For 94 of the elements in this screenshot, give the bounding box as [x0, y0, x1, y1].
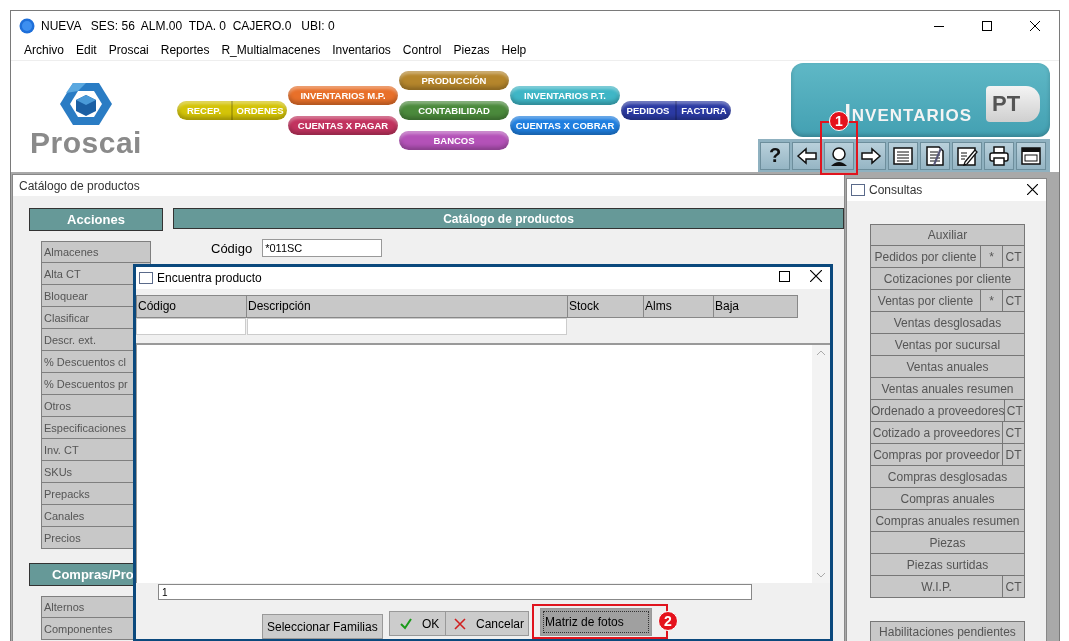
forward-button[interactable]	[856, 141, 886, 170]
query-button[interactable]: Ventas anuales resumen	[871, 378, 1024, 399]
logo-text: Proscai	[30, 126, 142, 159]
document-icon	[924, 144, 946, 167]
query-button[interactable]: Ventas por sucursal	[871, 334, 1024, 355]
module-button[interactable]: PRODUCCIÓN	[399, 71, 509, 90]
query-button[interactable]: Habilitaciones pendientes	[871, 622, 1024, 641]
query-button[interactable]: Auxiliar	[871, 225, 1024, 245]
query-button[interactable]: Cotizado a proveedores	[871, 422, 1002, 443]
chevron-up-icon	[816, 348, 826, 356]
module-button[interactable]: PEDIDOS FACTURA	[621, 101, 731, 120]
menu-item[interactable]: Help	[495, 43, 533, 57]
query-button[interactable]: Ventas anuales	[871, 356, 1024, 377]
query-option[interactable]: CT	[1002, 246, 1024, 267]
section-header: Catálogo de productos	[173, 208, 844, 229]
cancel-button[interactable]: Cancelar	[446, 611, 529, 636]
print-button[interactable]	[984, 141, 1014, 170]
scrollbar[interactable]	[812, 344, 830, 584]
dialog-button[interactable]: Matriz de fotos	[540, 608, 652, 636]
number-badge: 2	[658, 611, 678, 631]
window-icon	[1020, 144, 1042, 167]
close-icon	[810, 270, 822, 283]
query-option[interactable]: *	[980, 246, 1002, 267]
hexagon-logo-icon	[60, 80, 112, 127]
query-option[interactable]: CT	[1002, 576, 1024, 597]
list-icon	[892, 144, 914, 167]
chevron-down-icon	[816, 572, 826, 580]
action-button[interactable]: Almacenes	[41, 241, 151, 263]
module-button[interactable]: INVENTARIOS P.T.	[510, 86, 620, 105]
pencil-edit-icon	[956, 144, 978, 167]
menu-item[interactable]: Control	[396, 43, 448, 57]
menu-item[interactable]: Reportes	[154, 43, 216, 57]
query-button[interactable]: Ventas desglosadas	[871, 312, 1024, 333]
query-button[interactable]: Compras anuales	[871, 488, 1024, 509]
column-header[interactable]: Alms	[644, 294, 714, 318]
list-button[interactable]	[888, 141, 918, 170]
module-button[interactable]: INVENTARIOS M.P.	[288, 86, 398, 105]
panel-title: Consultas	[869, 183, 923, 197]
cross-icon	[454, 617, 466, 630]
ok-button[interactable]: OK	[389, 611, 446, 636]
edit-button[interactable]	[952, 141, 982, 170]
tag-label: PT	[986, 86, 1040, 122]
search-field[interactable]: 1	[158, 584, 752, 600]
module-button[interactable]: CUENTAS X PAGAR	[288, 116, 398, 135]
document-button[interactable]	[920, 141, 950, 170]
query-option[interactable]: DT	[1002, 444, 1024, 465]
code-field[interactable]: *011SC	[262, 239, 383, 257]
printer-icon	[988, 144, 1010, 167]
menu-item[interactable]: Edit	[70, 43, 103, 57]
query-button[interactable]: Compras anuales resumen	[871, 510, 1024, 531]
module-button[interactable]: CUENTAS X COBRAR	[510, 116, 620, 135]
section-header: Acciones	[29, 208, 163, 231]
close-button[interactable]	[1027, 182, 1038, 198]
field-label: Código	[211, 241, 253, 256]
check-icon	[400, 617, 412, 630]
close-icon	[1027, 183, 1038, 195]
query-button[interactable]: Piezas surtidas	[871, 554, 1024, 575]
query-button[interactable]: Piezas	[871, 532, 1024, 553]
dialog-title: Encuentra producto	[157, 270, 262, 285]
query-option[interactable]: CT	[1002, 422, 1024, 443]
query-option[interactable]: CT	[1004, 400, 1024, 421]
query-button[interactable]: Ordenado a proveedores	[871, 400, 1005, 421]
window-button[interactable]	[1016, 141, 1046, 170]
query-button[interactable]: W.I.P.	[871, 576, 1002, 597]
query-button[interactable]: Compras desglosadas	[871, 466, 1024, 487]
module-button[interactable]: CONTABILIDAD	[399, 101, 509, 120]
window-icon	[851, 184, 865, 196]
dialog-button[interactable]: Seleccionar Familias	[262, 614, 383, 639]
query-option[interactable]: CT	[1002, 290, 1024, 311]
person-button[interactable]	[824, 141, 854, 170]
back-button[interactable]	[792, 141, 822, 170]
menu-item[interactable]: Archivo	[18, 43, 70, 57]
column-header[interactable]: Stock	[568, 294, 644, 318]
help-button[interactable]: ?	[760, 141, 790, 170]
query-button[interactable]: Ventas por cliente	[871, 290, 980, 311]
module-button[interactable]: BANCOS	[399, 131, 509, 150]
menu-item[interactable]: Piezas	[447, 43, 496, 57]
column-header[interactable]: Código	[136, 294, 247, 318]
query-button[interactable]: Pedidos por cliente	[871, 246, 980, 267]
menu-item[interactable]: R_Multialmacenes	[215, 43, 327, 57]
maximize-icon	[982, 20, 992, 31]
close-icon	[1030, 20, 1040, 31]
menu-item[interactable]: Proscai	[102, 43, 155, 57]
window-title: Catálogo de productos	[19, 178, 140, 193]
query-button[interactable]: Cotizaciones por cliente	[871, 268, 1024, 289]
window-icon	[139, 271, 153, 284]
menu-item[interactable]: Inventarios	[326, 43, 397, 57]
column-header[interactable]: Descripción	[247, 294, 568, 318]
column-header[interactable]: Baja	[714, 294, 798, 318]
globe-icon	[19, 17, 35, 34]
window-title: NUEVA SES: 56 ALM.00 TDA. 0 CAJERO.0 UBI: 0	[41, 18, 335, 33]
query-option[interactable]: *	[980, 290, 1002, 311]
maximize-icon	[779, 271, 790, 283]
query-button[interactable]: Compras por proveedor	[871, 444, 1002, 465]
